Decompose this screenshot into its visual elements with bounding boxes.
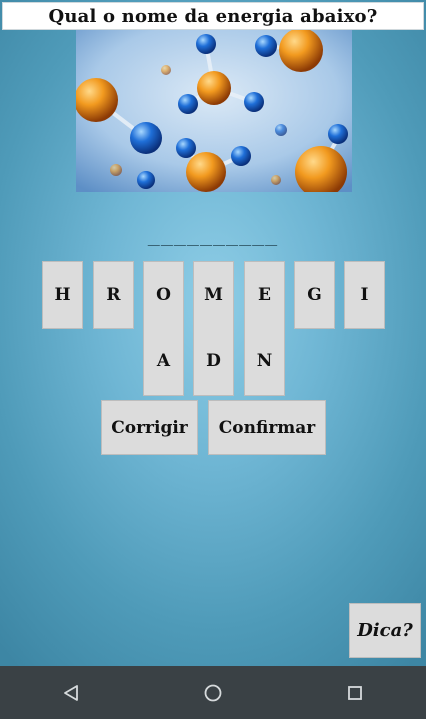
letter-tile-r[interactable]: R xyxy=(93,261,134,329)
corrigir-button[interactable]: Corrigir xyxy=(101,400,198,455)
letter-tile-label: O xyxy=(156,284,171,305)
letter-tile-label-lower: N xyxy=(256,350,273,371)
android-navigation-bar xyxy=(0,666,426,719)
back-button[interactable] xyxy=(41,673,101,713)
question-title: Qual o nome da energia abaixo? xyxy=(2,2,424,30)
recents-icon xyxy=(348,685,362,700)
letter-tile-label: H xyxy=(54,284,71,305)
letter-tile-label: M xyxy=(204,284,223,305)
answer-slots: __________ xyxy=(147,222,279,246)
letter-tile-label: I xyxy=(360,284,369,305)
home-button[interactable] xyxy=(183,673,243,713)
recents-button[interactable] xyxy=(325,673,385,713)
back-icon xyxy=(64,684,78,701)
letter-tile-label-lower: D xyxy=(206,350,221,371)
letter-tile-h[interactable]: H xyxy=(42,261,83,329)
game-screen: Qual o nome da energia abaixo? _________… xyxy=(0,0,426,666)
letter-tile-o[interactable]: O A xyxy=(143,261,184,396)
letter-tile-g[interactable]: G xyxy=(294,261,335,329)
letter-tile-i[interactable]: I xyxy=(344,261,385,329)
letter-tile-label: G xyxy=(307,284,322,305)
confirmar-button[interactable]: Confirmar xyxy=(208,400,326,455)
letter-tile-label: E xyxy=(258,284,271,305)
letter-tile-label: R xyxy=(106,284,121,305)
home-icon xyxy=(204,684,222,701)
letter-tile-m[interactable]: M D xyxy=(193,261,234,396)
hint-button[interactable]: Dica? xyxy=(349,603,421,658)
letter-tile-e[interactable]: E N xyxy=(244,261,285,396)
letter-tile-label-lower: A xyxy=(156,350,171,371)
question-image xyxy=(76,30,352,192)
